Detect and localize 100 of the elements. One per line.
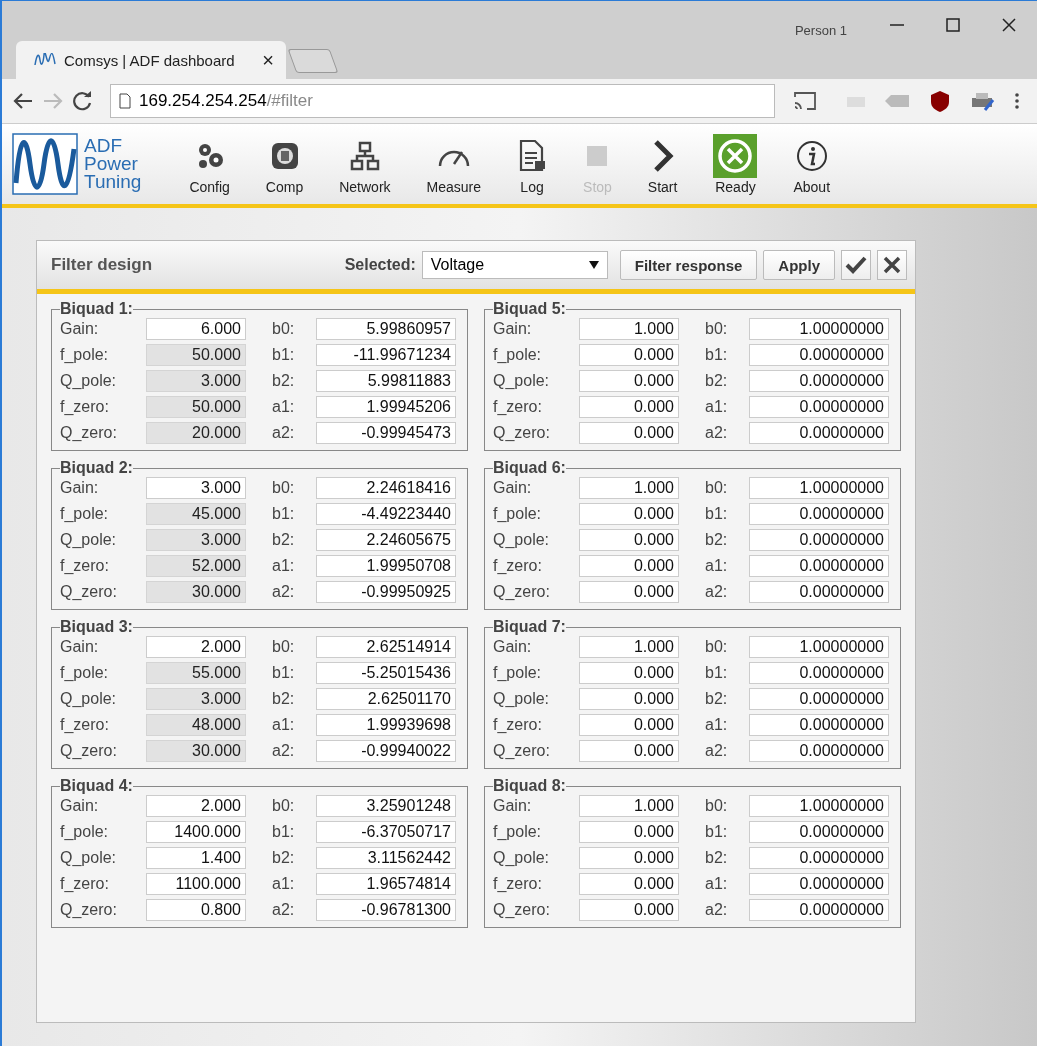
filter-response-button[interactable]: Filter response [619,250,758,280]
coeff-field[interactable]: 1.00000000 [749,795,889,817]
coeff-field[interactable]: 2.62501170 [316,688,456,710]
logo-text: Tuning [84,173,142,191]
tab-close-button[interactable]: × [262,48,274,72]
coeff-field[interactable]: 0.00000000 [749,529,889,551]
toolbar-button[interactable]: Ready [707,133,764,195]
toolbar-button[interactable]: Measure [420,133,488,195]
coeff-field[interactable]: 0.00000000 [749,873,889,895]
param-field[interactable]: 3.000 [146,477,246,499]
param-field[interactable]: 0.000 [579,821,679,843]
coeff-field[interactable]: 0.00000000 [749,821,889,843]
coeff-field[interactable]: 0.00000000 [749,847,889,869]
coeff-field[interactable]: -5.25015436 [316,662,456,684]
coeff-field[interactable]: 0.00000000 [749,555,889,577]
param-field[interactable]: 0.000 [579,662,679,684]
param-field[interactable]: 0.000 [579,581,679,603]
param-label: Q_zero: [60,742,118,760]
coeff-field[interactable]: 0.00000000 [749,688,889,710]
param-field[interactable]: 0.000 [579,370,679,392]
browser-tab[interactable]: Comsys | ADF dashboard × [16,41,286,79]
coeff-field[interactable]: 2.62514914 [316,636,456,658]
coeff-field[interactable]: 0.00000000 [749,581,889,603]
param-field[interactable]: 0.800 [146,899,246,921]
coeff-field[interactable]: 0.00000000 [749,714,889,736]
coeff-field[interactable]: 1.96574814 [316,873,456,895]
coeff-field[interactable]: 0.00000000 [749,899,889,921]
param-field[interactable]: 0.000 [579,740,679,762]
param-field[interactable]: 1.000 [579,477,679,499]
coeff-field[interactable]: -0.99945473 [316,422,456,444]
coeff-field[interactable]: 2.24605675 [316,529,456,551]
coeff-field[interactable]: -0.99950925 [316,581,456,603]
param-field[interactable]: 1.400 [146,847,246,869]
coeff-field[interactable]: 0.00000000 [749,422,889,444]
param-label: f_zero: [493,716,543,734]
selected-dropdown[interactable]: Voltage [421,251,608,279]
param-field[interactable]: 0.000 [579,899,679,921]
param-field[interactable]: 1.000 [579,318,679,340]
coeff-field[interactable]: -4.49223440 [316,503,456,525]
coeff-field[interactable]: -0.96781300 [316,899,456,921]
cast-icon[interactable] [793,91,817,111]
coeff-label: b1: [271,664,296,682]
param-label: f_pole: [493,664,543,682]
param-field[interactable]: 2.000 [146,795,246,817]
coeff-field[interactable]: 5.99811883 [316,370,456,392]
coeff-field[interactable]: 3.25901248 [316,795,456,817]
toolbar-button[interactable]: Log [511,133,554,195]
coeff-field[interactable]: 0.00000000 [749,370,889,392]
coeff-field[interactable]: 5.99860957 [316,318,456,340]
coeff-field[interactable]: 1.00000000 [749,477,889,499]
profile-name[interactable]: Person 1 [794,23,847,38]
param-field[interactable]: 1.000 [579,636,679,658]
coeff-field[interactable]: 2.24618416 [316,477,456,499]
coeff-field[interactable]: -11.99671234 [316,344,456,366]
coeff-field[interactable]: 0.00000000 [749,740,889,762]
toolbar-button[interactable]: Start [641,133,684,195]
biquad-title: Biquad 8: [493,777,566,795]
param-field[interactable]: 2.000 [146,636,246,658]
param-field[interactable]: 0.000 [579,344,679,366]
cancel-button[interactable] [877,250,907,280]
coeff-field[interactable]: 1.99950708 [316,555,456,577]
toolbar-button[interactable]: About [787,133,837,195]
maximize-icon[interactable] [945,17,961,33]
coeff-field[interactable]: 0.00000000 [749,503,889,525]
coeff-field[interactable]: 1.99939698 [316,714,456,736]
toolbar-button[interactable]: Comp [259,133,310,195]
param-field[interactable]: 0.000 [579,688,679,710]
coeff-field[interactable]: -0.99940022 [316,740,456,762]
apply-button[interactable]: Apply [763,250,835,280]
biquad-title: Biquad 7: [493,618,566,636]
param-field[interactable]: 0.000 [579,396,679,418]
confirm-button[interactable] [841,250,871,280]
close-icon[interactable] [1001,17,1017,33]
coeff-field[interactable]: -6.37050717 [316,821,456,843]
document-icon [517,139,548,173]
coeff-field[interactable]: 0.00000000 [749,396,889,418]
param-field[interactable]: 0.000 [579,529,679,551]
param-field[interactable]: 0.000 [579,714,679,736]
coeff-field[interactable]: 1.99945206 [316,396,456,418]
coeff-field[interactable]: 0.00000000 [749,662,889,684]
param-field[interactable]: 1400.000 [146,821,246,843]
param-field[interactable]: 6.000 [146,318,246,340]
param-field[interactable]: 0.000 [579,503,679,525]
coeff-label: a2: [704,583,729,601]
param-field[interactable]: 1100.000 [146,873,246,895]
param-label: f_pole: [60,823,110,841]
param-field[interactable]: 0.000 [579,555,679,577]
coeff-field[interactable]: 1.00000000 [749,318,889,340]
param-field[interactable]: 1.000 [579,795,679,817]
toolbar-button[interactable]: Config [183,133,236,195]
toolbar-button[interactable]: Network [333,133,397,195]
back-icon[interactable] [12,91,34,111]
coeff-field[interactable]: 0.00000000 [749,344,889,366]
param-field[interactable]: 0.000 [579,847,679,869]
param-field[interactable]: 0.000 [579,422,679,444]
param-field[interactable]: 0.000 [579,873,679,895]
coeff-field[interactable]: 3.11562442 [316,847,456,869]
reload-icon[interactable] [72,91,94,111]
address-bar[interactable]: 169.254.254.254/#filter [110,84,775,118]
coeff-field[interactable]: 1.00000000 [749,636,889,658]
